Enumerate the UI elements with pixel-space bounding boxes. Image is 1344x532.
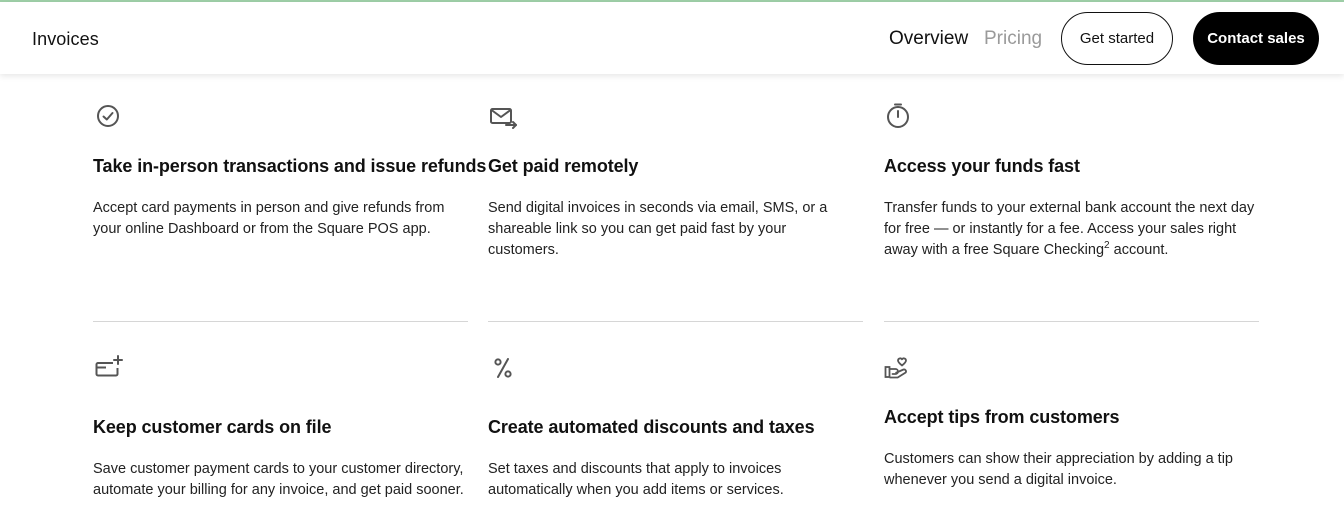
- feature-title: Accept tips from customers: [884, 407, 1120, 427]
- envelope-arrow-icon: [488, 101, 518, 131]
- row-divider: [93, 321, 468, 322]
- page-title: Invoices: [32, 29, 99, 49]
- feature-description: Transfer funds to your external bank acc…: [884, 200, 1255, 258]
- feature-title: Keep customer cards on file: [93, 417, 332, 437]
- feature-title: Take in-person transactions and issue re…: [93, 156, 487, 176]
- feature-description: Customers can show their appreciation by…: [884, 451, 1233, 488]
- row-divider: [884, 321, 1259, 322]
- checkmark-circle-icon: [93, 101, 123, 131]
- feature-description: Set taxes and discounts that apply to in…: [488, 461, 784, 498]
- top-navbar: Invoices Overview Pricing Get started Co…: [0, 2, 1344, 74]
- feature-title: Get paid remotely: [488, 156, 639, 176]
- hand-heart-icon: [884, 352, 914, 382]
- feature-title: Access your funds fast: [884, 156, 1080, 176]
- feature-description: Accept card payments in person and give …: [93, 200, 445, 237]
- stopwatch-icon: [884, 101, 914, 131]
- feature-description: Send digital invoices in seconds via ema…: [488, 200, 828, 258]
- get-started-button[interactable]: Get started: [1061, 12, 1173, 65]
- feature-title: Create automated discounts and taxes: [488, 417, 815, 437]
- row-divider: [488, 321, 863, 322]
- feature-description: Save customer payment cards to your cust…: [93, 461, 464, 498]
- contact-sales-button[interactable]: Contact sales: [1193, 12, 1319, 65]
- nav-pricing-link[interactable]: Pricing: [984, 28, 1042, 50]
- nav-overview-link[interactable]: Overview: [889, 28, 968, 50]
- percent-icon: [488, 352, 518, 382]
- card-plus-icon: [93, 352, 123, 382]
